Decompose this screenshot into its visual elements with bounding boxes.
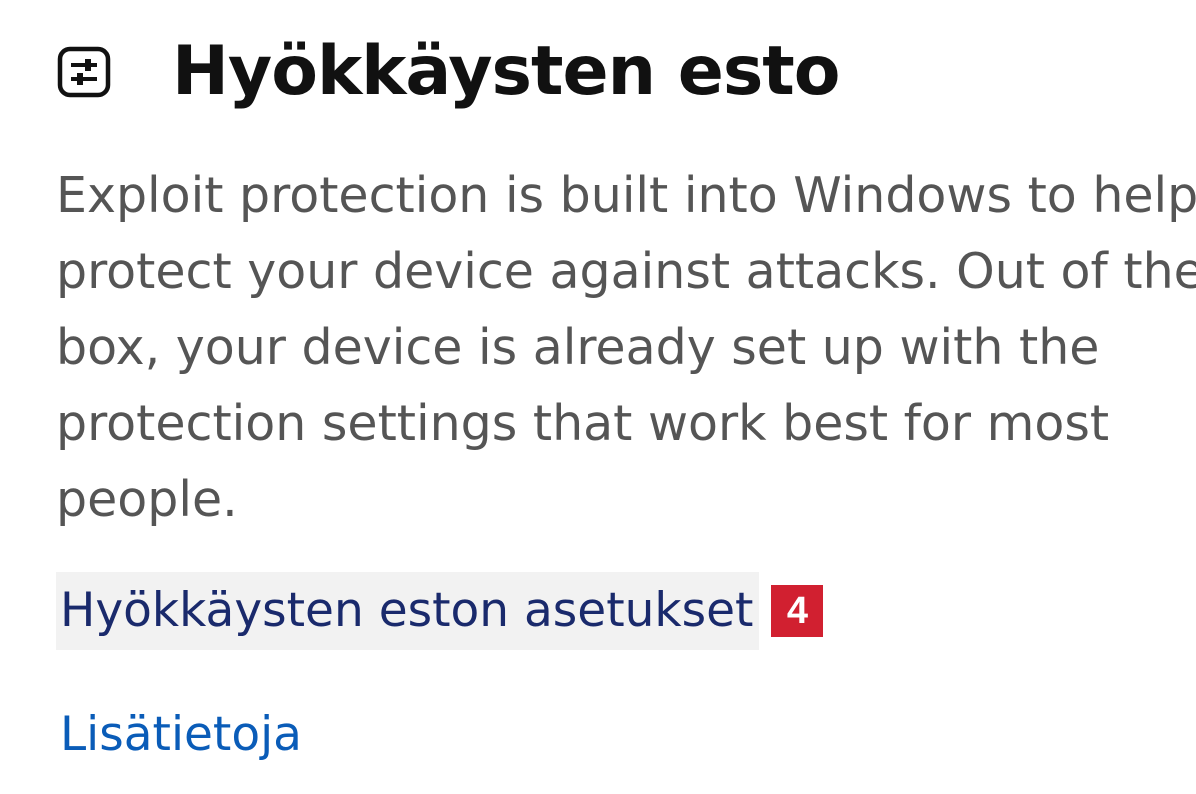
settings-link-row: Hyökkäysten eston asetukset 4 xyxy=(56,572,824,650)
page-title: Hyökkäysten esto xyxy=(172,32,841,111)
step-number-badge: 4 xyxy=(771,585,824,637)
exploit-protection-settings-link[interactable]: Hyökkäysten eston asetukset xyxy=(56,572,760,650)
more-info-link[interactable]: Lisätietoja xyxy=(60,700,302,770)
exploit-protection-page: Hyökkäysten esto Exploit protection is b… xyxy=(0,0,1196,794)
section-description: Exploit protection is built into Windows… xyxy=(56,167,1196,528)
exploit-protection-sliders-icon xyxy=(56,43,114,101)
section-header: Hyökkäysten esto xyxy=(56,32,841,111)
